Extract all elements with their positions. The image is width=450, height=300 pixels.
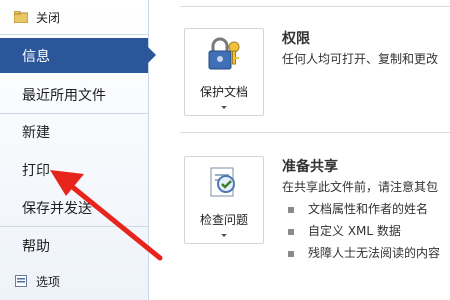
annotation-arrow-icon xyxy=(50,170,163,261)
